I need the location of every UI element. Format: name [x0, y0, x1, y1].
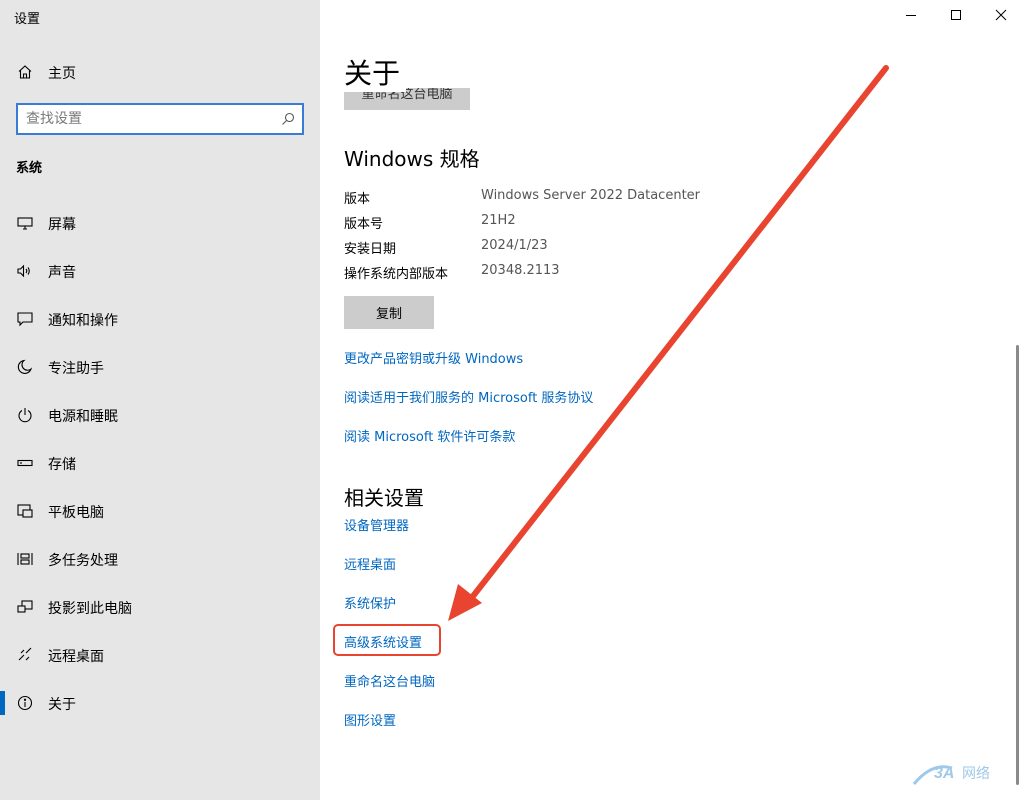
link-change-product-key[interactable]: 更改产品密钥或升级 Windows: [344, 348, 523, 367]
sidebar-item-label: 平板电脑: [48, 505, 104, 521]
project-icon: [17, 600, 33, 613]
spec-key: 操作系统内部版本: [344, 267, 449, 282]
spec-value: 2024/1/23: [481, 238, 548, 253]
search-box[interactable]: [16, 103, 304, 135]
sidebar-item-label: 存储: [48, 457, 76, 473]
link-remote-desktop[interactable]: 远程桌面: [344, 554, 396, 573]
sidebar-home-label: 主页: [48, 66, 76, 82]
window-title: 设置: [14, 12, 41, 27]
home-icon: [18, 65, 32, 79]
sidebar-item-storage[interactable]: 存储: [0, 443, 320, 483]
remote-desktop-icon: [18, 647, 32, 661]
link-device-manager[interactable]: 设备管理器: [344, 515, 409, 534]
section-title: 系统: [16, 161, 43, 176]
svg-text:3A: 3A: [934, 765, 954, 782]
sidebar-item-about[interactable]: 关于: [0, 683, 320, 723]
svg-text:网络: 网络: [962, 766, 990, 782]
watermark-logo-icon: 3A 网络: [912, 765, 990, 785]
sidebar-item-multitasking[interactable]: 多任务处理: [0, 539, 320, 579]
spec-value: 20348.2113: [481, 263, 560, 278]
sidebar-item-label: 关于: [48, 697, 76, 713]
link-rename-pc[interactable]: 重命名这台电脑: [344, 671, 435, 690]
active-indicator: [0, 691, 5, 715]
info-icon: [17, 695, 33, 711]
sidebar-item-tablet[interactable]: 平板电脑: [0, 491, 320, 531]
display-icon: [17, 217, 33, 230]
spec-key: 版本号: [344, 217, 384, 232]
search-icon[interactable]: [281, 112, 295, 126]
link-license-terms[interactable]: 阅读 Microsoft 软件许可条款: [344, 426, 515, 445]
spec-row-os-build: 操作系统内部版本 20348.2113: [344, 263, 964, 285]
main-content: 重命名这台电脑 关于 Windows 规格 版本 Windows Server …: [320, 0, 1024, 800]
spec-row-edition: 版本 Windows Server 2022 Datacenter: [344, 188, 964, 210]
copy-button[interactable]: 复制: [344, 296, 434, 329]
speaker-icon: [17, 264, 30, 278]
sidebar: 设置 主页 系统 屏幕 声音 通知和操作 专注助手 电源和睡眠 存储 平板电脑 …: [0, 0, 320, 800]
storage-icon: [17, 459, 33, 467]
spec-value: 21H2: [481, 213, 516, 228]
sidebar-item-label: 声音: [48, 265, 76, 281]
spec-value: Windows Server 2022 Datacenter: [481, 188, 701, 203]
sidebar-item-label: 投影到此电脑: [48, 601, 132, 617]
sidebar-item-project[interactable]: 投影到此电脑: [0, 587, 320, 627]
sidebar-item-label: 通知和操作: [48, 313, 118, 329]
annotation-highlight-box: [333, 624, 441, 656]
spec-key: 安装日期: [344, 242, 397, 257]
sidebar-item-power[interactable]: 电源和睡眠: [0, 395, 320, 435]
link-service-agreement[interactable]: 阅读适用于我们服务的 Microsoft 服务协议: [344, 387, 593, 406]
multitask-icon: [17, 553, 33, 565]
sidebar-item-sound[interactable]: 声音: [0, 251, 320, 291]
power-icon: [18, 408, 32, 423]
sidebar-item-label: 专注助手: [48, 361, 104, 377]
link-graphics-settings[interactable]: 图形设置: [344, 710, 396, 729]
sidebar-item-display[interactable]: 屏幕: [0, 203, 320, 243]
moon-icon: [17, 359, 33, 374]
sidebar-item-label: 远程桌面: [48, 649, 104, 665]
windows-spec-heading: Windows 规格: [344, 147, 480, 171]
sidebar-item-label: 多任务处理: [48, 553, 118, 569]
link-system-protection[interactable]: 系统保护: [344, 593, 396, 612]
search-input[interactable]: [26, 109, 276, 129]
scrollbar[interactable]: [1016, 345, 1019, 785]
sidebar-item-label: 屏幕: [48, 217, 76, 233]
spec-row-version: 版本号 21H2: [344, 213, 964, 235]
sidebar-home[interactable]: 主页: [0, 58, 320, 86]
sidebar-item-remote-desktop[interactable]: 远程桌面: [0, 635, 320, 675]
spec-row-install-date: 安装日期 2024/1/23: [344, 238, 964, 260]
sidebar-item-label: 电源和睡眠: [48, 409, 118, 425]
sidebar-item-notifications[interactable]: 通知和操作: [0, 299, 320, 339]
page-title: 关于: [344, 52, 407, 92]
related-settings-heading: 相关设置: [344, 486, 424, 510]
spec-key: 版本: [344, 192, 371, 207]
sidebar-item-focus-assist[interactable]: 专注助手: [0, 347, 320, 387]
notification-icon: [17, 312, 33, 327]
tablet-icon: [17, 504, 33, 518]
